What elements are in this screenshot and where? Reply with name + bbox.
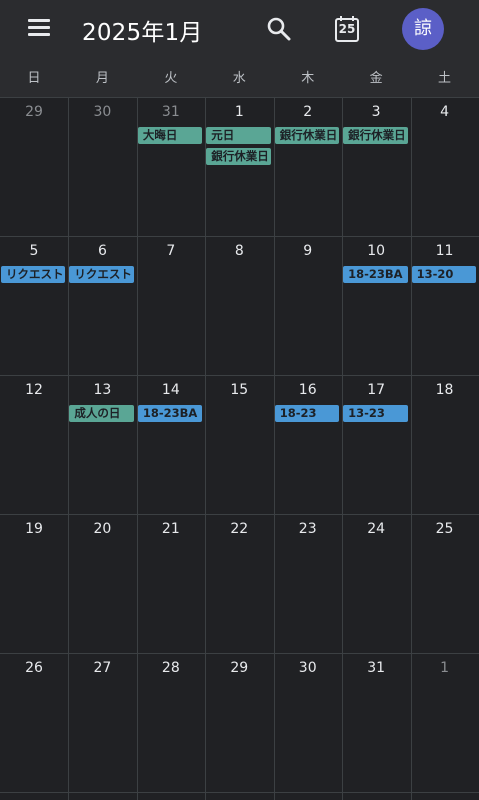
grid-column-divider [205, 97, 206, 800]
event-chip[interactable]: 元日 [206, 127, 271, 144]
day-cell-number[interactable]: 7 [137, 243, 205, 259]
day-cell-number[interactable]: 20 [68, 521, 136, 537]
day-cell-number[interactable]: 25 [411, 521, 479, 537]
event-chip[interactable]: 13-23 [343, 405, 408, 422]
day-cell-number[interactable]: 30 [274, 660, 342, 676]
grid-row-divider [0, 653, 479, 654]
month-title[interactable]: 2025年1月 [82, 13, 203, 47]
search-icon[interactable] [266, 16, 292, 42]
day-cell-number[interactable]: 2 [274, 104, 342, 120]
weekday-label-monday: 月 [95, 71, 109, 86]
day-cell-number[interactable]: 30 [68, 104, 136, 120]
day-cell-number[interactable]: 8 [205, 243, 273, 259]
app-bar: 2025年1月 25 諒 [0, 0, 479, 57]
grid-row-divider [0, 514, 479, 515]
day-cell-number[interactable]: 27 [68, 660, 136, 676]
day-cell-number[interactable]: 5 [0, 243, 68, 259]
event-chip[interactable]: 13-20 [411, 266, 476, 283]
weekday-header-row: 日月火水木金土 [0, 57, 479, 97]
event-chip[interactable]: 18-23 [274, 405, 340, 422]
day-cell-number[interactable]: 11 [411, 243, 479, 259]
day-cell-number[interactable]: 29 [0, 104, 68, 120]
day-cell-number[interactable]: 1 [411, 660, 479, 676]
day-cell-number[interactable]: 31 [342, 660, 410, 676]
day-cell-number[interactable]: 6 [68, 243, 136, 259]
day-cell-number[interactable]: 13 [68, 382, 136, 398]
day-cell-number[interactable]: 15 [205, 382, 273, 398]
event-chip[interactable]: 銀行休業日 [206, 148, 271, 165]
weekday-label-thursday: 木 [301, 71, 315, 86]
event-chip[interactable]: 銀行休業日 [343, 127, 408, 144]
day-cell-number[interactable]: 17 [342, 382, 410, 398]
event-chip[interactable]: 銀行休業日 [274, 127, 340, 144]
day-cell-number[interactable]: 18 [411, 382, 479, 398]
menu-icon[interactable] [26, 16, 52, 38]
account-avatar[interactable]: 諒 [402, 8, 444, 50]
grid-column-divider [68, 97, 69, 800]
grid-column-divider [274, 97, 275, 800]
today-date-number: 25 [338, 22, 356, 36]
grid-row-divider [0, 792, 479, 793]
day-cell-number[interactable]: 23 [274, 521, 342, 537]
day-cell-number[interactable]: 26 [0, 660, 68, 676]
month-grid: 29 30 31 1 2 3 4 5 6 7 8 9 10 11 12 13 14 15 16 17 18 19 20 21 2… [0, 97, 479, 800]
grid-row-divider [0, 236, 479, 237]
day-cell-number[interactable]: 24 [342, 521, 410, 537]
weekday-label-sunday: 日 [27, 71, 41, 86]
grid-column-divider [137, 97, 138, 800]
day-cell-number[interactable]: 19 [0, 521, 68, 537]
day-cell-number[interactable]: 31 [137, 104, 205, 120]
day-cell-number[interactable]: 4 [411, 104, 479, 120]
weekday-label-saturday: 土 [438, 71, 452, 86]
day-cell-number[interactable]: 10 [342, 243, 410, 259]
day-cell-number[interactable]: 29 [205, 660, 273, 676]
day-cell-number[interactable]: 1 [205, 104, 273, 120]
weekday-label-tuesday: 火 [164, 71, 178, 86]
day-cell-number[interactable]: 3 [342, 104, 410, 120]
today-calendar-icon[interactable]: 25 [334, 15, 360, 43]
grid-row-divider [0, 375, 479, 376]
event-chip[interactable]: 18-23BA [137, 405, 203, 422]
event-chip[interactable]: 大晦日 [137, 127, 203, 144]
event-chip[interactable]: 18-23BA [343, 266, 408, 283]
grid-column-divider [342, 97, 343, 800]
grid-column-divider [411, 97, 412, 800]
day-cell-number[interactable]: 12 [0, 382, 68, 398]
event-chip[interactable]: 成人の日 [69, 405, 134, 422]
day-cell-number[interactable]: 9 [274, 243, 342, 259]
event-chip[interactable]: リクエスト [69, 266, 134, 283]
weekday-label-friday: 金 [369, 71, 383, 86]
day-cell-number[interactable]: 22 [205, 521, 273, 537]
event-chip[interactable]: リクエスト [1, 266, 66, 283]
grid-row-divider [0, 97, 479, 98]
day-cell-number[interactable]: 14 [137, 382, 205, 398]
day-cell-number[interactable]: 21 [137, 521, 205, 537]
weekday-label-wednesday: 水 [232, 71, 246, 86]
day-cell-number[interactable]: 28 [137, 660, 205, 676]
day-cell-number[interactable]: 16 [274, 382, 342, 398]
